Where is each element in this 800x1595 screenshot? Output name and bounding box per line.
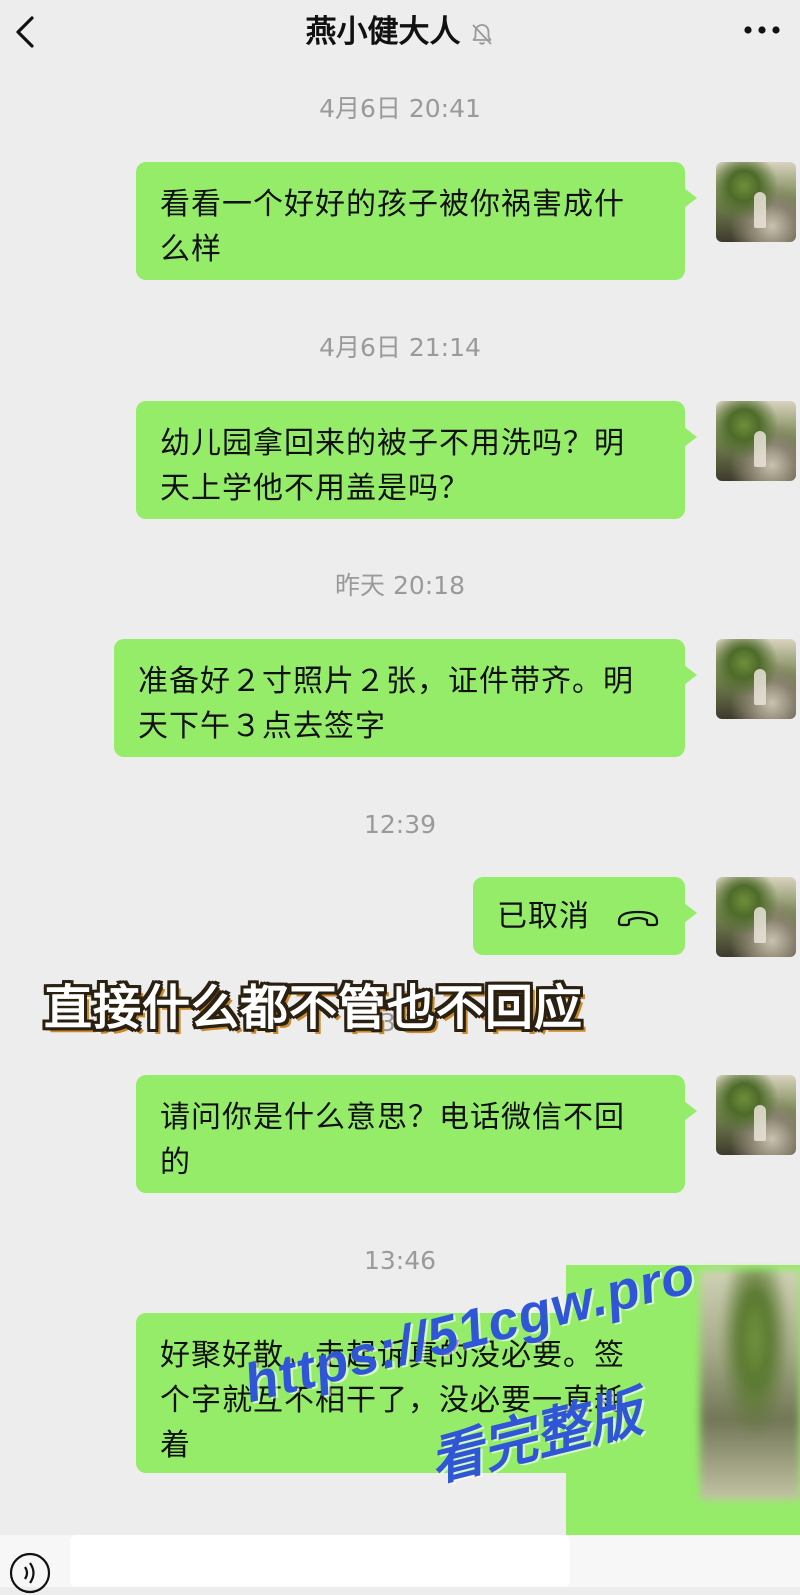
chat-title: 燕小健大人 — [0, 12, 800, 52]
call-bubble[interactable]: 已取消 — [473, 877, 697, 955]
message-line: 准备好２寸照片２张，证件带齐。明 — [138, 664, 634, 699]
avatar[interactable] — [700, 1270, 800, 1500]
timestamp: 4月6日 20:41 — [319, 94, 481, 123]
timestamp: 12:39 — [363, 810, 437, 839]
avatar[interactable] — [716, 639, 796, 719]
message-input[interactable] — [70, 1535, 570, 1587]
bell-off-icon — [471, 23, 492, 45]
message-bubble[interactable]: 请问你是什么意思？电话微信不回 的 — [136, 1075, 697, 1193]
voice-input-icon[interactable] — [8, 1551, 52, 1595]
message-bubble[interactable]: 看看一个好好的孩子被你祸害成什 么样 — [136, 162, 697, 280]
message-line: 天上学他不用盖是吗？ — [160, 471, 470, 506]
phone-hangup-icon — [617, 910, 659, 926]
avatar[interactable] — [716, 401, 796, 481]
timestamp: 昨天 20:18 — [335, 571, 465, 600]
overlay-caption: 直接什么都不管也不回应 — [44, 980, 584, 1036]
message-line: 天下午３点去签字 — [138, 709, 386, 744]
message-line: 幼儿园拿回来的被子不用洗吗？明 — [160, 426, 625, 461]
avatar[interactable] — [716, 1075, 796, 1155]
call-status: 已取消 — [497, 899, 590, 934]
message-line: 看看一个好好的孩子被你祸害成什 — [160, 187, 625, 222]
input-bar — [0, 1535, 800, 1594]
timestamp: 4月6日 21:14 — [319, 333, 481, 362]
message-line: 的 — [160, 1145, 191, 1180]
message-line: 么样 — [160, 232, 222, 267]
message-bubble[interactable]: 准备好２寸照片２张，证件带齐。明 天下午３点去签字 — [114, 639, 697, 757]
more-dots-icon[interactable] — [742, 22, 782, 38]
contact-name: 燕小健大人 — [305, 14, 461, 50]
message-line: 请问你是什么意思？电话微信不回 — [160, 1100, 625, 1135]
avatar[interactable] — [716, 162, 796, 242]
chat-header: 燕小健大人 — [0, 0, 800, 64]
avatar[interactable] — [716, 877, 796, 957]
message-bubble[interactable]: 幼儿园拿回来的被子不用洗吗？明 天上学他不用盖是吗？ — [136, 401, 697, 519]
